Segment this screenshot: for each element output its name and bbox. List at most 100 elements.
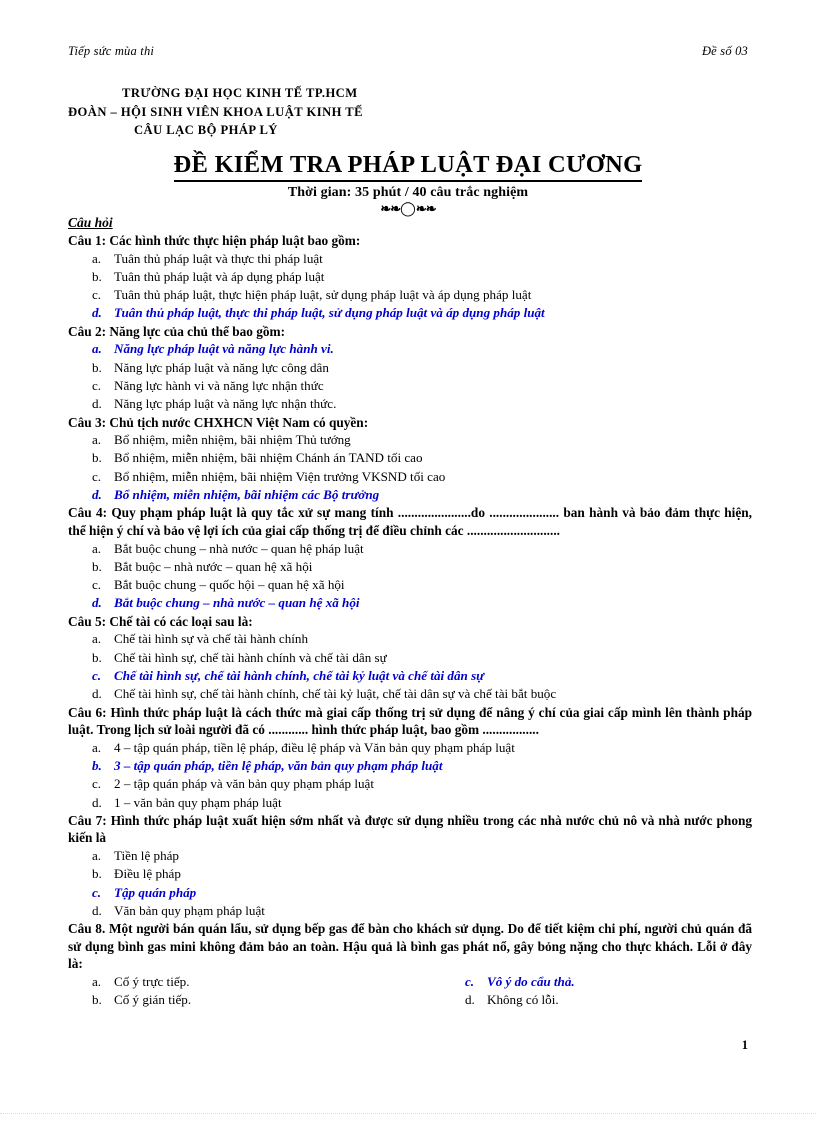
question-number: Câu 3: xyxy=(68,414,107,430)
bottom-divider xyxy=(0,1113,816,1114)
option-marker: b. xyxy=(92,757,102,773)
option-text: Chế tài hình sự và chế tài hành chính xyxy=(114,631,308,647)
option-text: Bổ nhiệm, miễn nhiệm, bãi nhiệm Thủ tướn… xyxy=(114,432,351,448)
option[interactable]: c. Năng lực hành vi và năng lực nhận thức xyxy=(68,377,752,395)
option[interactable]: c. Tuân thủ pháp luật, thực hiện pháp luậ… xyxy=(68,286,752,304)
option-text: Chế tài hình sự, chế tài hành chính và c… xyxy=(114,649,387,665)
page-title: ĐỀ KIỂM TRA PHÁP LUẬT ĐẠI CƯƠNG xyxy=(173,150,643,182)
question-number: Câu 2: xyxy=(68,323,107,339)
option[interactable]: b. Chế tài hình sự, chế tài hành chính và… xyxy=(68,649,752,667)
option-text: Tuân thủ pháp luật, thực hiện pháp luật,… xyxy=(114,287,532,303)
option-correct[interactable]: d. Tuân thủ pháp luật, thực thi pháp luật… xyxy=(68,304,752,322)
option[interactable]: b. Cố ý gián tiếp. xyxy=(68,991,410,1009)
option-text: Tuân thủ pháp luật và thực thi pháp luật xyxy=(114,250,323,266)
option-marker: c. xyxy=(92,287,102,303)
option-text: Cố ý trực tiếp. xyxy=(114,974,190,990)
option[interactable]: a. 4 – tập quán pháp, tiền lệ pháp, điều … xyxy=(68,739,752,757)
institution-line-union: ĐOÀN – HỘI SINH VIÊN KHOA LUẬT KINH TẾ xyxy=(68,104,363,119)
option-marker: b. xyxy=(92,558,102,574)
option[interactable]: b. Bổ nhiệm, miễn nhiệm, bãi nhiệm Chánh … xyxy=(68,449,752,467)
option-marker: b. xyxy=(92,268,102,284)
option-marker: d. xyxy=(92,487,102,503)
option[interactable]: b. Năng lực pháp luật và năng lực công dâ… xyxy=(68,359,752,377)
option[interactable]: a. Bắt buộc chung – nhà nước – quan hệ ph… xyxy=(68,540,752,558)
question-stem: Câu 8. Một người bán quán lẩu, sử dụng b… xyxy=(68,920,752,973)
option-correct[interactable]: c. Chế tài hình sự, chế tài hành chính, c… xyxy=(68,667,752,685)
option-text: Tập quán pháp xyxy=(114,884,197,900)
question-stem: Câu 6: Hình thức pháp luật là cách thức … xyxy=(68,704,752,739)
option-marker: c. xyxy=(92,667,102,683)
question-stem: Câu 5: Chế tài có các loại sau là: xyxy=(68,613,752,631)
questions-container: Câu hỏi Câu 1: Các hình thức thực hiện p… xyxy=(68,214,752,1010)
option-marker: d. xyxy=(92,595,102,611)
option-marker: c. xyxy=(465,974,475,990)
option[interactable]: d. Năng lực pháp luật và năng lực nhận th… xyxy=(68,395,752,413)
option[interactable]: a. Chế tài hình sự và chế tài hành chính xyxy=(68,630,752,648)
option-correct[interactable]: b. 3 – tập quán pháp, tiền lệ pháp, văn b… xyxy=(68,757,752,775)
question-text: Các hình thức thực hiện pháp luật bao gồ… xyxy=(109,233,361,248)
option-correct[interactable]: d. Bổ nhiệm, miễn nhiệm, bãi nhiệm các Bộ… xyxy=(68,486,752,504)
option-correct[interactable]: c. Vô ý do cẩu thả. xyxy=(410,973,752,991)
question-text: Hình thức pháp luật là cách thức mà giai… xyxy=(68,704,753,738)
option[interactable]: b. Bắt buộc – nhà nước – quan hệ xã hội xyxy=(68,558,752,576)
option-text: Cố ý gián tiếp. xyxy=(114,992,192,1008)
option-text: Bắt buộc chung – nhà nước – quan hệ xã h… xyxy=(114,595,360,611)
question-number: Câu 5: xyxy=(68,613,107,629)
option[interactable]: b. Tuân thủ pháp luật và áp dụng pháp luậ… xyxy=(68,268,752,286)
option-marker: a. xyxy=(92,540,102,556)
option-marker: d. xyxy=(92,686,102,702)
option-marker: b. xyxy=(92,359,102,375)
institution-line-club: CÂU LẠC BỘ PHÁP LÝ xyxy=(134,123,278,137)
option-text: Năng lực pháp luật và năng lực hành vi. xyxy=(114,341,334,357)
option-text: 3 – tập quán pháp, tiền lệ pháp, văn bản… xyxy=(114,757,443,773)
option[interactable]: a. Tuân thủ pháp luật và thực thi pháp lu… xyxy=(68,250,752,268)
option-text: 2 – tập quán pháp và văn bản quy phạm ph… xyxy=(114,776,374,792)
option-correct[interactable]: d. Bắt buộc chung – nhà nước – quan hệ xã… xyxy=(68,594,752,612)
option-marker: d. xyxy=(92,305,102,321)
option[interactable]: d. 1 – văn bản quy phạm pháp luật xyxy=(68,794,752,812)
option-text: Văn bản quy phạm pháp luật xyxy=(114,902,265,918)
options-list: a. Tiền lệ pháp b. Điều lệ pháp c. Tập quán p… xyxy=(68,847,752,920)
question-text: Chế tài có các loại sau là: xyxy=(109,613,253,629)
option-marker: a. xyxy=(92,739,102,755)
option-marker: a. xyxy=(92,631,102,647)
option-text: Bắt buộc – nhà nước – quan hệ xã hội xyxy=(114,558,313,574)
running-header-right: Đề số 03 xyxy=(701,44,748,58)
option[interactable]: a. Bổ nhiệm, miễn nhiệm, bãi nhiệm Thủ tư… xyxy=(68,431,752,449)
option[interactable]: a. Tiền lệ pháp xyxy=(68,847,752,865)
question-block: Câu 3: Chủ tịch nước CHXHCN Việt Nam có … xyxy=(68,414,752,505)
option[interactable]: d. Văn bản quy phạm pháp luật xyxy=(68,902,752,920)
running-header: Tiếp sức mùa thi Đề số 03 xyxy=(68,44,748,59)
option[interactable]: d. Không có lỗi. xyxy=(410,991,752,1009)
document-page: Tiếp sức mùa thi Đề số 03 TRƯỜNG ĐẠI HỌC… xyxy=(0,0,816,1123)
question-text: Chủ tịch nước CHXHCN Việt Nam có quyền: xyxy=(109,414,369,430)
question-stem: Câu 3: Chủ tịch nước CHXHCN Việt Nam có … xyxy=(68,414,752,432)
question-block: Câu 8. Một người bán quán lẩu, sử dụng b… xyxy=(68,920,752,1009)
option-text: Năng lực pháp luật và năng lực nhận thức… xyxy=(114,396,337,412)
section-heading: Câu hỏi xyxy=(68,215,113,230)
option-marker: c. xyxy=(92,884,102,900)
option[interactable]: d. Chế tài hình sự, chế tài hành chính, c… xyxy=(68,685,752,703)
question-block: Câu 6: Hình thức pháp luật là cách thức … xyxy=(68,704,752,812)
option-text: 1 – văn bản quy phạm pháp luật xyxy=(114,794,282,810)
options-column-right: c. Vô ý do cẩu thả. d. Không có lỗi. xyxy=(410,973,752,1010)
question-block: Câu 5: Chế tài có các loại sau là: a. Chế … xyxy=(68,613,752,704)
option[interactable]: c. Bắt buộc chung – quốc hội – quan hệ xã… xyxy=(68,576,752,594)
options-list: a. Năng lực pháp luật và năng lực hành vi… xyxy=(68,340,752,413)
option[interactable]: c. 2 – tập quán pháp và văn bản quy phạm … xyxy=(68,775,752,793)
question-stem: Câu 4: Quy phạm pháp luật là quy tắc xử … xyxy=(68,504,752,539)
option-marker: d. xyxy=(465,992,475,1008)
option-correct[interactable]: a. Năng lực pháp luật và năng lực hành vi… xyxy=(68,340,752,358)
option[interactable]: b. Điều lệ pháp xyxy=(68,865,752,883)
options-two-column: a. Cố ý trực tiếp. b. Cố ý gián tiếp. c. Vô ý… xyxy=(68,973,752,1010)
option[interactable]: c. Bổ nhiệm, miễn nhiệm, bãi nhiệm Viện t… xyxy=(68,468,752,486)
question-block: Câu 1: Các hình thức thực hiện pháp luật… xyxy=(68,232,752,323)
option-correct[interactable]: c. Tập quán pháp xyxy=(68,884,752,902)
option-text: 4 – tập quán pháp, tiền lệ pháp, điều lệ… xyxy=(114,739,515,755)
option[interactable]: a. Cố ý trực tiếp. xyxy=(68,973,410,991)
question-number: Câu 7: xyxy=(68,812,107,828)
option-marker: a. xyxy=(92,341,102,357)
question-block: Câu 7: Hình thức pháp luật xuất hiện sớm… xyxy=(68,812,752,920)
option-text: Điều lệ pháp xyxy=(114,866,181,882)
question-stem: Câu 7: Hình thức pháp luật xuất hiện sớm… xyxy=(68,812,752,847)
